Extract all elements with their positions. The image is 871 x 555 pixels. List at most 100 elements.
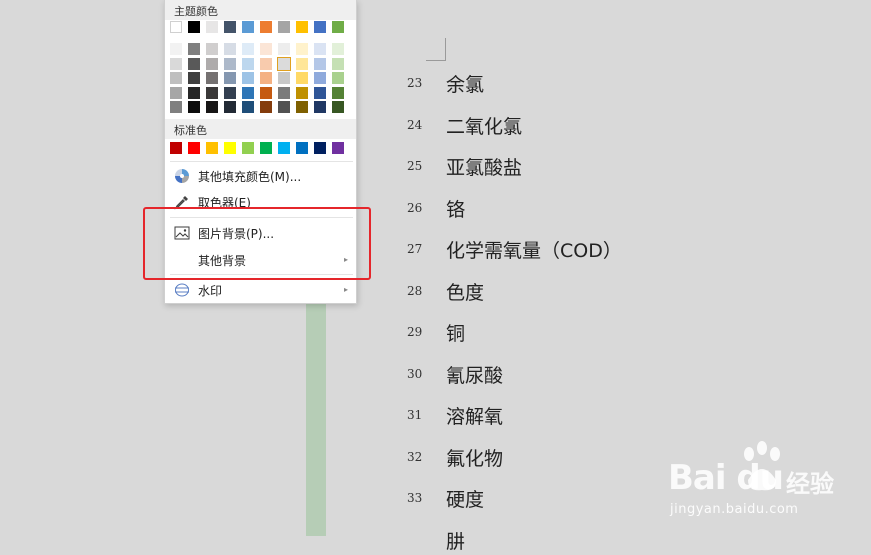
theme-shade-swatch[interactable]	[277, 56, 291, 71]
theme-shade-swatch[interactable]	[224, 86, 236, 99]
theme-shade-swatch[interactable]	[206, 57, 218, 70]
standard-color-swatch[interactable]	[314, 142, 326, 154]
theme-shade-swatch[interactable]	[332, 101, 344, 113]
theme-color-swatch[interactable]	[206, 21, 218, 33]
theme-shade-swatch[interactable]	[224, 72, 236, 84]
standard-color-swatch[interactable]	[278, 142, 290, 154]
theme-shade-swatch[interactable]	[314, 57, 326, 70]
other-background-item[interactable]: 其他背景 ▸	[165, 247, 356, 273]
standard-color-swatch[interactable]	[242, 142, 254, 154]
more-fill-colors-label: 其他填充颜色(M)...	[198, 170, 302, 184]
theme-shade-swatch[interactable]	[314, 86, 326, 99]
theme-shade-swatch[interactable]	[278, 101, 290, 113]
theme-shade-swatch[interactable]	[296, 43, 308, 55]
item-number: 26	[407, 200, 423, 215]
theme-color-swatch[interactable]	[296, 21, 308, 33]
item-number: 25	[407, 159, 423, 173]
watermark-url: jingyan.baidu.com	[670, 502, 799, 517]
theme-shade-swatch[interactable]	[170, 43, 182, 55]
theme-color-swatch[interactable]	[314, 21, 326, 33]
theme-shade-swatch[interactable]	[206, 101, 218, 113]
theme-shade-swatch[interactable]	[188, 86, 200, 99]
theme-shade-swatch[interactable]	[170, 86, 182, 99]
theme-shade-swatch[interactable]	[332, 72, 344, 84]
theme-shade-swatch[interactable]	[296, 86, 308, 99]
theme-shade-swatch[interactable]	[260, 72, 272, 84]
theme-color-swatch[interactable]	[224, 21, 236, 33]
page-margin-strip	[306, 300, 326, 536]
item-number: 28	[407, 283, 423, 298]
standard-color-swatch[interactable]	[170, 142, 182, 154]
item-term: 溶解氧	[446, 406, 504, 428]
standard-color-swatch[interactable]	[206, 142, 218, 154]
theme-shade-swatch[interactable]	[314, 72, 326, 84]
theme-shade-swatch[interactable]	[242, 101, 254, 113]
theme-shade-swatch[interactable]	[260, 43, 272, 55]
standard-color-swatch[interactable]	[296, 142, 308, 154]
theme-shade-swatch[interactable]	[170, 57, 182, 70]
theme-shade-swatch[interactable]	[242, 86, 254, 99]
theme-color-swatch[interactable]	[170, 21, 182, 33]
theme-color-swatch[interactable]	[278, 21, 290, 33]
theme-shade-swatch[interactable]	[278, 43, 290, 55]
picture-background-label: 图片背景(P)...	[198, 227, 275, 241]
theme-colors-label: 主题颜色	[174, 5, 218, 18]
standard-color-swatch[interactable]	[260, 142, 272, 154]
theme-shade-swatch[interactable]	[296, 57, 308, 70]
theme-shade-swatch[interactable]	[224, 101, 236, 113]
theme-shade-swatch[interactable]	[332, 57, 344, 70]
more-fill-colors-item[interactable]: 其他填充颜色(M)...	[165, 163, 356, 189]
theme-shade-swatch[interactable]	[170, 101, 182, 113]
theme-shade-swatch[interactable]	[260, 57, 272, 70]
theme-shade-swatch[interactable]	[170, 72, 182, 84]
theme-colors-header: 主题颜色	[165, 0, 356, 20]
theme-color-swatch[interactable]	[260, 21, 272, 33]
theme-shade-swatch[interactable]	[278, 86, 290, 99]
theme-shade-swatch[interactable]	[242, 72, 254, 84]
theme-shade-swatch[interactable]	[314, 101, 326, 113]
theme-shade-swatch[interactable]	[314, 43, 326, 55]
theme-shade-swatch[interactable]	[296, 101, 308, 113]
theme-shade-swatch[interactable]	[260, 101, 272, 113]
standard-color-swatch[interactable]	[224, 142, 236, 154]
theme-shade-swatch[interactable]	[188, 101, 200, 113]
theme-shade-swatch[interactable]	[332, 43, 344, 55]
theme-shade-swatch[interactable]	[206, 72, 218, 84]
theme-shade-swatch[interactable]	[224, 57, 236, 70]
theme-shade-swatch[interactable]	[332, 86, 344, 99]
paw-icon	[744, 441, 780, 491]
item-term: 二氧化氯	[446, 115, 523, 138]
item-term: 氟化物	[446, 447, 504, 470]
theme-shade-swatch[interactable]	[206, 43, 218, 55]
eyedropper-item[interactable]: 取色器(E)	[165, 189, 356, 215]
theme-shade-swatch[interactable]	[278, 72, 290, 84]
standard-colors-label: 标准色	[174, 124, 207, 137]
theme-shade-swatch[interactable]	[188, 72, 200, 84]
standard-color-swatch[interactable]	[188, 142, 200, 154]
item-number: 29	[407, 325, 423, 339]
theme-shade-swatch[interactable]	[242, 57, 254, 70]
theme-shade-swatch[interactable]	[242, 43, 254, 55]
item-term: 硬度	[446, 489, 485, 511]
standard-color-swatch[interactable]	[332, 142, 344, 154]
theme-shade-swatch[interactable]	[296, 72, 308, 84]
item-number: 33	[407, 491, 423, 505]
watermark-item[interactable]: 水印 ▸	[165, 277, 356, 303]
submenu-arrow-icon: ▸	[343, 285, 348, 294]
theme-shade-swatch[interactable]	[206, 86, 218, 99]
theme-color-swatch[interactable]	[242, 21, 254, 33]
theme-shade-swatch[interactable]	[224, 43, 236, 55]
item-term: 化学需氧量（COD）	[446, 240, 622, 262]
page-corner-mark	[426, 38, 446, 61]
theme-shade-swatch[interactable]	[188, 57, 200, 70]
theme-shade-swatch[interactable]	[260, 86, 272, 99]
divider	[170, 161, 353, 162]
theme-shade-swatch[interactable]	[188, 43, 200, 55]
eyedropper-icon	[174, 194, 190, 210]
item-term: 肼	[446, 530, 466, 553]
theme-color-swatch[interactable]	[188, 21, 200, 33]
standard-colors-header: 标准色	[165, 119, 356, 139]
item-number: 24	[407, 117, 423, 132]
theme-color-swatch[interactable]	[332, 21, 344, 33]
picture-background-item[interactable]: 图片背景(P)...	[165, 220, 356, 246]
